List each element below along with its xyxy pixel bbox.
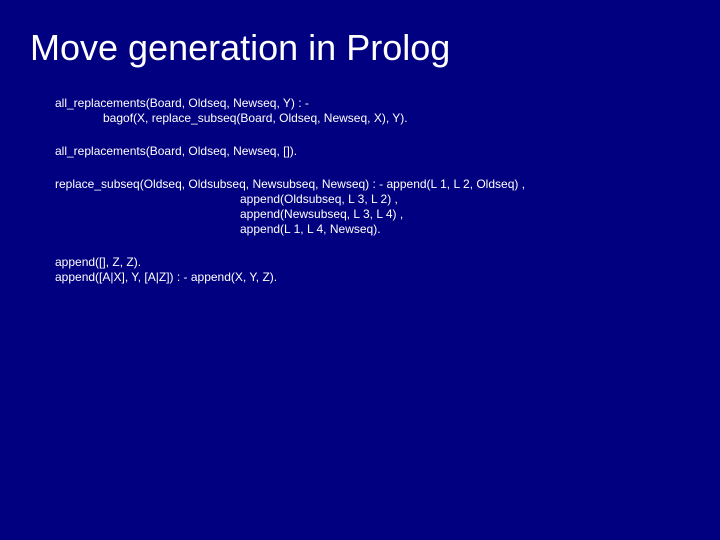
code-clause-3: replace_subseq(Oldseq, Oldsubseq, Newsub… bbox=[55, 177, 720, 237]
code-line: append(Newsubseq, L 3, L 4) , bbox=[55, 207, 720, 222]
code-line: replace_subseq(Oldseq, Oldsubseq, Newsub… bbox=[55, 177, 720, 192]
slide-body: all_replacements(Board, Oldseq, Newseq, … bbox=[0, 68, 720, 285]
code-line: append(L 1, L 4, Newseq). bbox=[55, 222, 720, 237]
code-clause-2: all_replacements(Board, Oldseq, Newseq, … bbox=[55, 144, 720, 159]
code-line: all_replacements(Board, Oldseq, Newseq, … bbox=[55, 144, 720, 159]
code-clause-1: all_replacements(Board, Oldseq, Newseq, … bbox=[55, 96, 720, 126]
code-line: all_replacements(Board, Oldseq, Newseq, … bbox=[55, 96, 720, 111]
slide-title: Move generation in Prolog bbox=[0, 0, 720, 68]
code-line: append([A|X], Y, [A|Z]) : - append(X, Y,… bbox=[55, 270, 720, 285]
slide: Move generation in Prolog all_replacemen… bbox=[0, 0, 720, 540]
code-line: bagof(X, replace_subseq(Board, Oldseq, N… bbox=[55, 111, 720, 126]
code-line: append(Oldsubseq, L 3, L 2) , bbox=[55, 192, 720, 207]
code-clause-4: append([], Z, Z). append([A|X], Y, [A|Z]… bbox=[55, 255, 720, 285]
code-line: append([], Z, Z). bbox=[55, 255, 720, 270]
